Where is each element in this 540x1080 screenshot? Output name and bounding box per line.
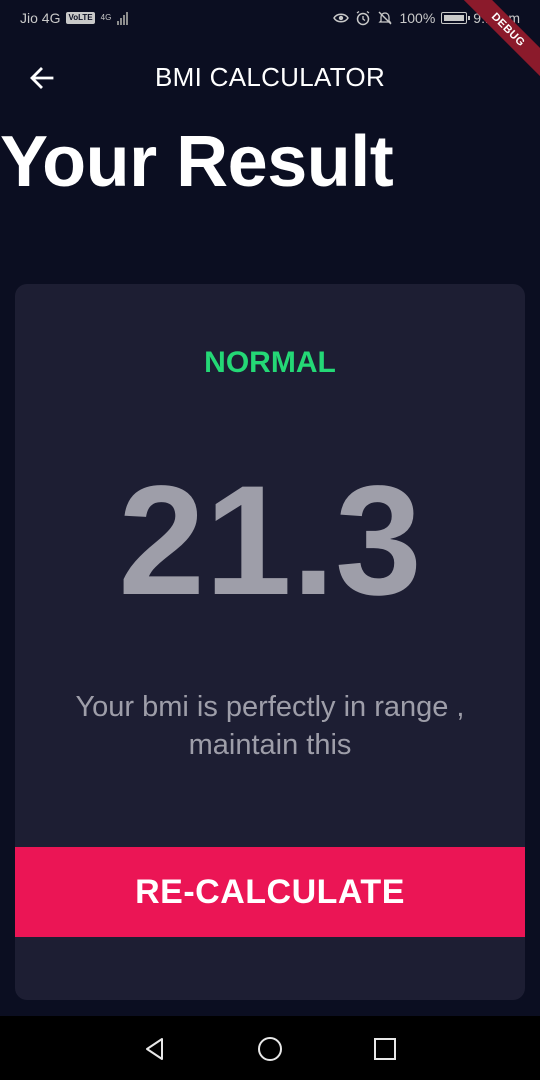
recalculate-button[interactable]: RE-CALCULATE [15, 847, 525, 937]
circle-home-icon [258, 1037, 282, 1061]
battery-icon [441, 12, 471, 24]
nav-home-button[interactable] [255, 1034, 285, 1064]
app-bar: BMI CALCULATOR [0, 36, 540, 122]
system-nav-bar [0, 1016, 540, 1080]
battery-percent: 100% [399, 10, 436, 26]
bmi-message: Your bmi is perfectly in range , maintai… [75, 691, 465, 761]
nav-back-button[interactable] [140, 1034, 170, 1064]
nav-recents-button[interactable] [370, 1034, 400, 1064]
page-title: Your Result [0, 122, 394, 202]
network-type-label: 4G [100, 13, 112, 22]
triangle-back-icon [146, 1038, 163, 1060]
bmi-category-label: NORMAL [204, 346, 336, 379]
eye-icon [333, 13, 350, 23]
status-left: Jio 4G VoLTE 4G [20, 10, 129, 26]
signal-icon [117, 11, 129, 25]
alarm-icon [357, 10, 370, 26]
status-right: 100% 9:1_pm [333, 10, 520, 26]
bell-off-icon [378, 11, 393, 25]
volte-badge: VoLTE [66, 12, 95, 24]
carrier-label: Jio 4G [20, 10, 61, 26]
app-title: BMI CALCULATOR [154, 62, 386, 92]
bmi-value: 21.3 [118, 454, 422, 628]
square-recents-icon [374, 1038, 396, 1060]
status-time: 9:1_pm [473, 10, 520, 26]
status-bar: Jio 4G VoLTE 4G 100% 9:1_pm [0, 0, 540, 36]
